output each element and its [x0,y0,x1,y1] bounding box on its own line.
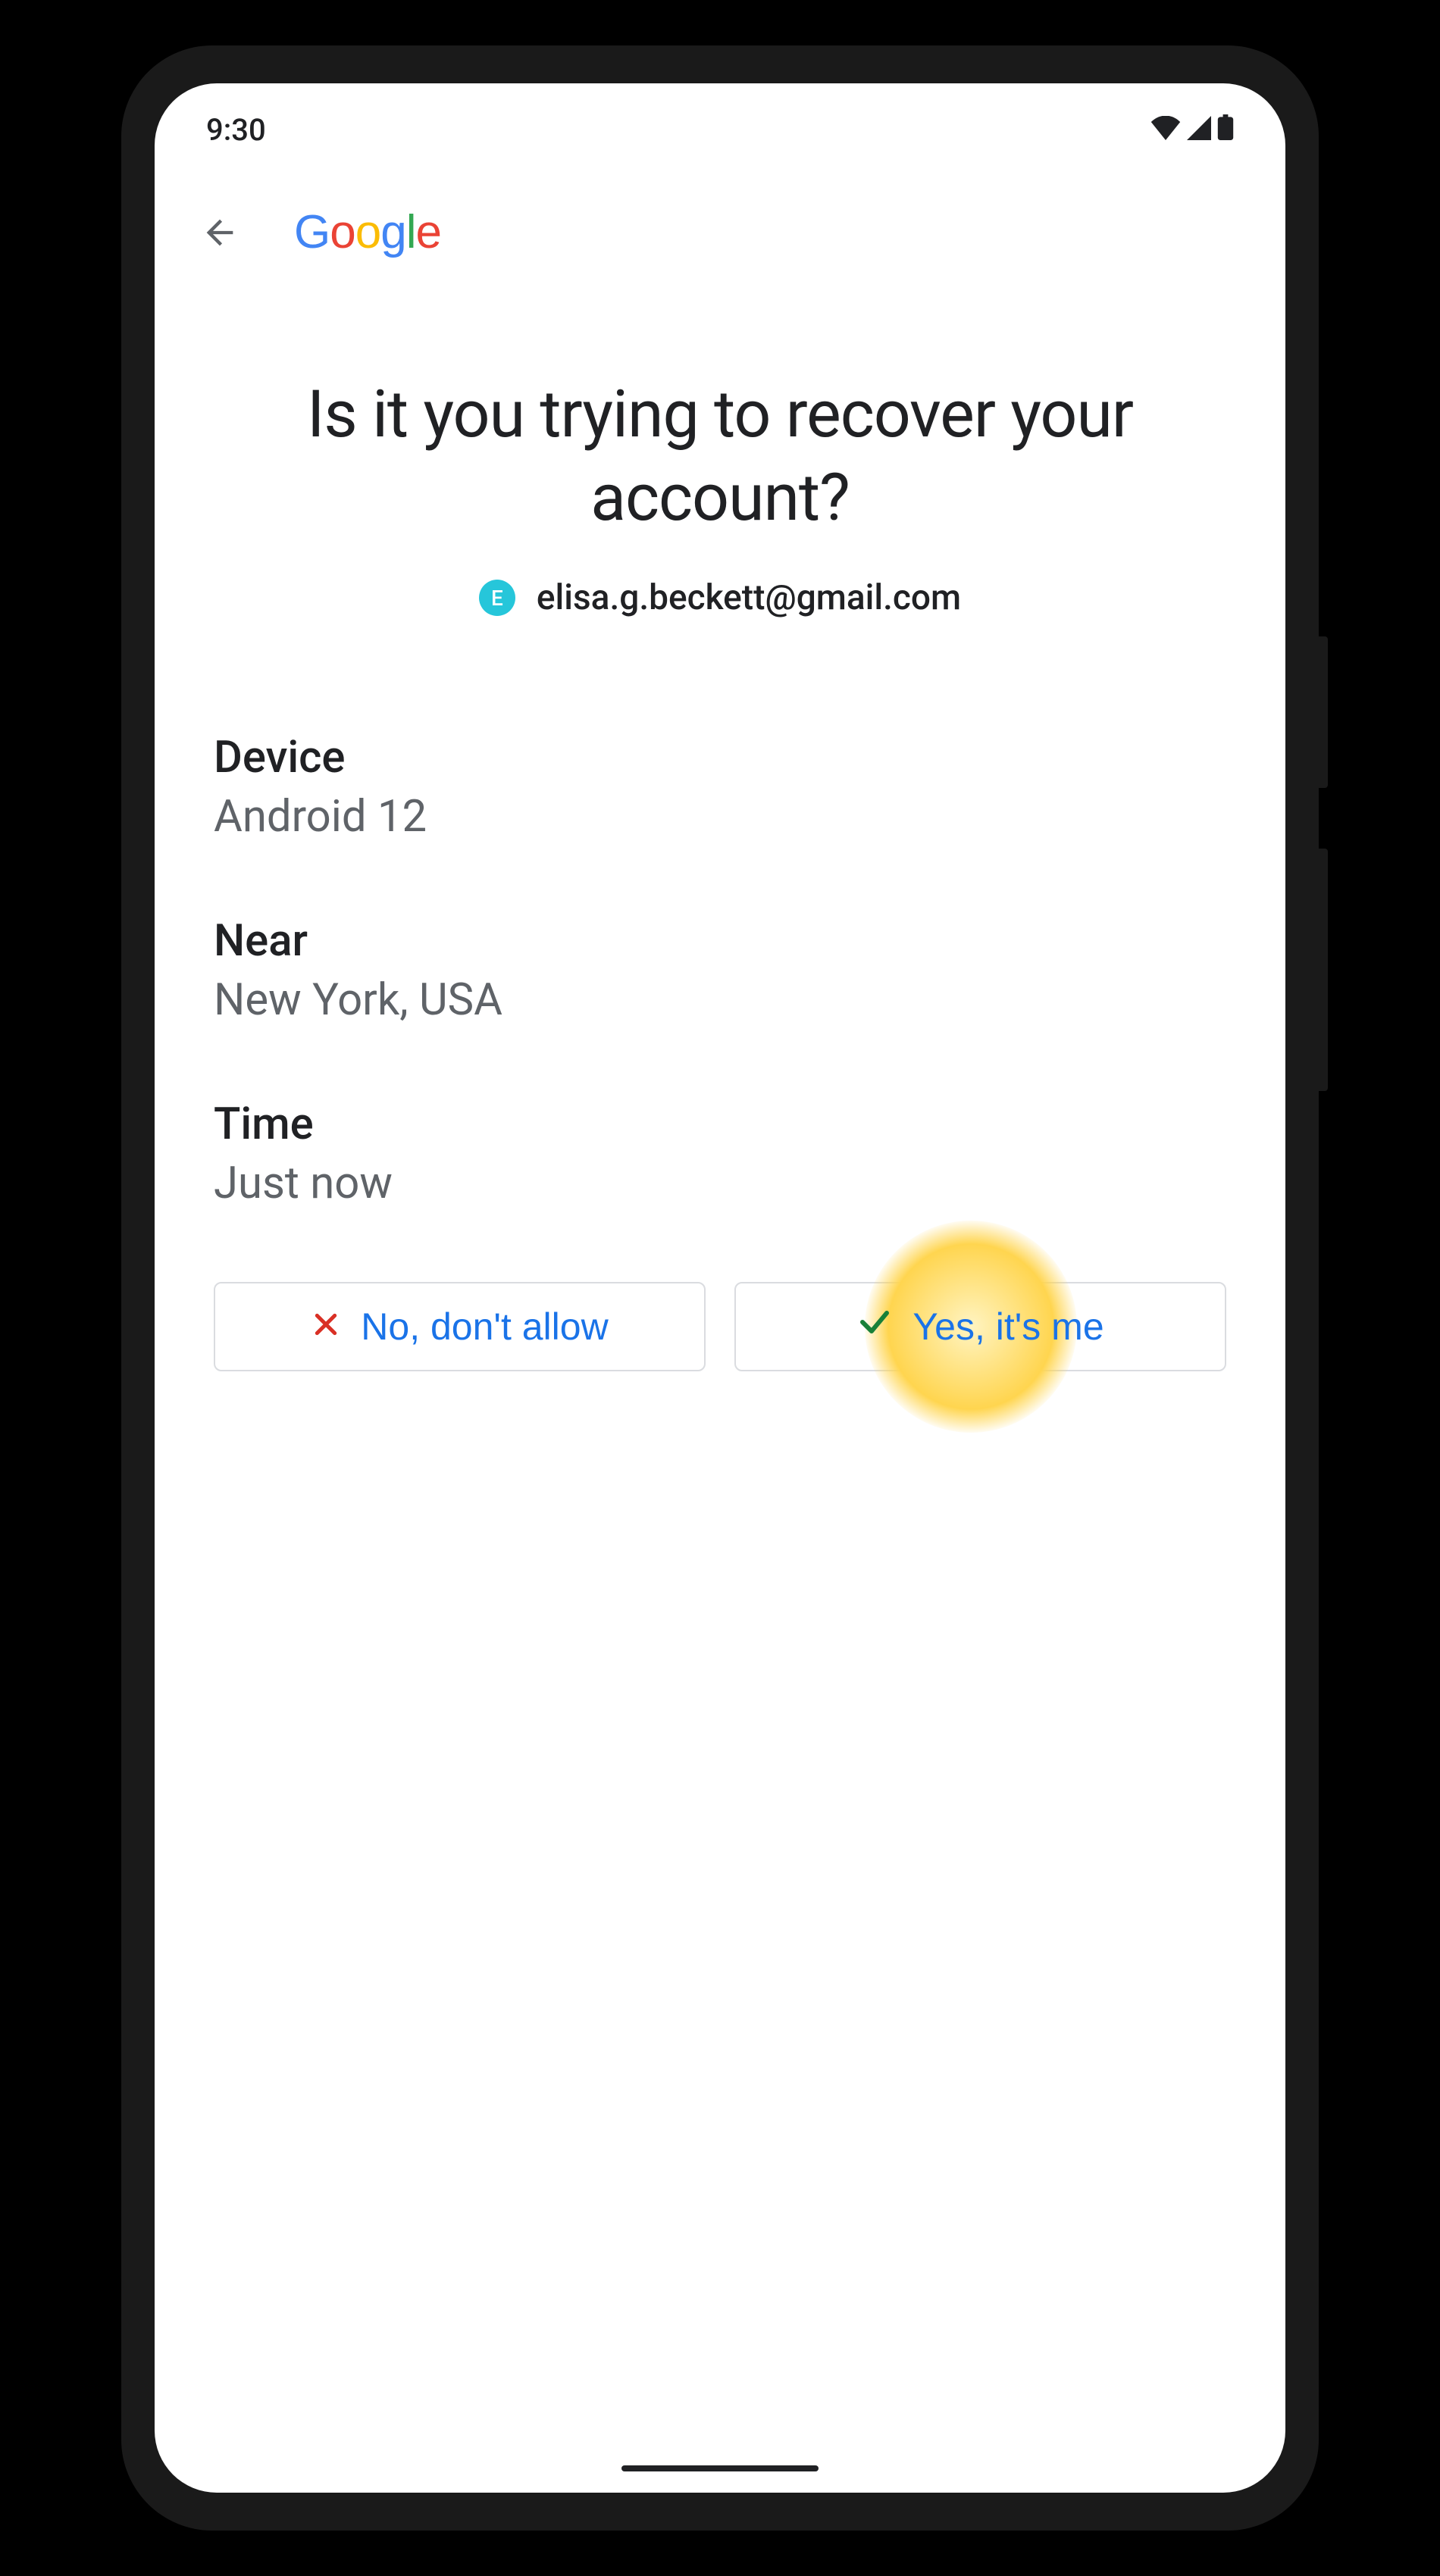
detail-near: Near New York, USA [214,915,1226,1026]
status-icons [1150,112,1234,148]
main-content: Is it you trying to recover your account… [155,289,1285,1371]
detail-label: Near [214,915,1226,967]
phone-frame: 9:30 Google Is it you tryi [121,45,1319,2531]
deny-button[interactable]: No, don't allow [214,1282,706,1371]
back-arrow-icon[interactable] [200,213,239,252]
account-email: elisa.g.beckett@gmail.com [537,577,961,618]
battery-icon [1217,112,1234,148]
detail-time: Time Just now [214,1099,1226,1209]
action-row: No, don't allow Yes, it's me [214,1282,1226,1371]
detail-device: Device Android 12 [214,732,1226,843]
deny-button-label: No, don't allow [361,1305,608,1349]
detail-value: New York, USA [214,974,1226,1026]
detail-value: Just now [214,1158,1226,1209]
detail-value: Android 12 [214,791,1226,843]
wifi-icon [1150,112,1181,148]
check-icon [856,1304,893,1349]
phone-side-button [1319,636,1328,788]
phone-screen: 9:30 Google Is it you tryi [155,83,1285,2493]
close-icon [311,1305,341,1349]
allow-button[interactable]: Yes, it's me [734,1282,1226,1371]
status-time: 9:30 [206,112,266,148]
avatar: E [479,580,515,616]
allow-button-label: Yes, it's me [913,1305,1103,1349]
cellular-icon [1185,112,1213,148]
details-list: Device Android 12 Near New York, USA Tim… [214,732,1226,1209]
google-logo: Google [294,205,441,259]
detail-label: Time [214,1099,1226,1150]
gesture-bar[interactable] [621,2465,819,2471]
phone-side-button [1319,849,1328,1091]
app-header: Google [155,155,1285,289]
detail-label: Device [214,732,1226,783]
page-title: Is it you trying to recover your account… [214,373,1226,539]
status-bar: 9:30 [155,83,1285,155]
account-row: E elisa.g.beckett@gmail.com [214,577,1226,618]
